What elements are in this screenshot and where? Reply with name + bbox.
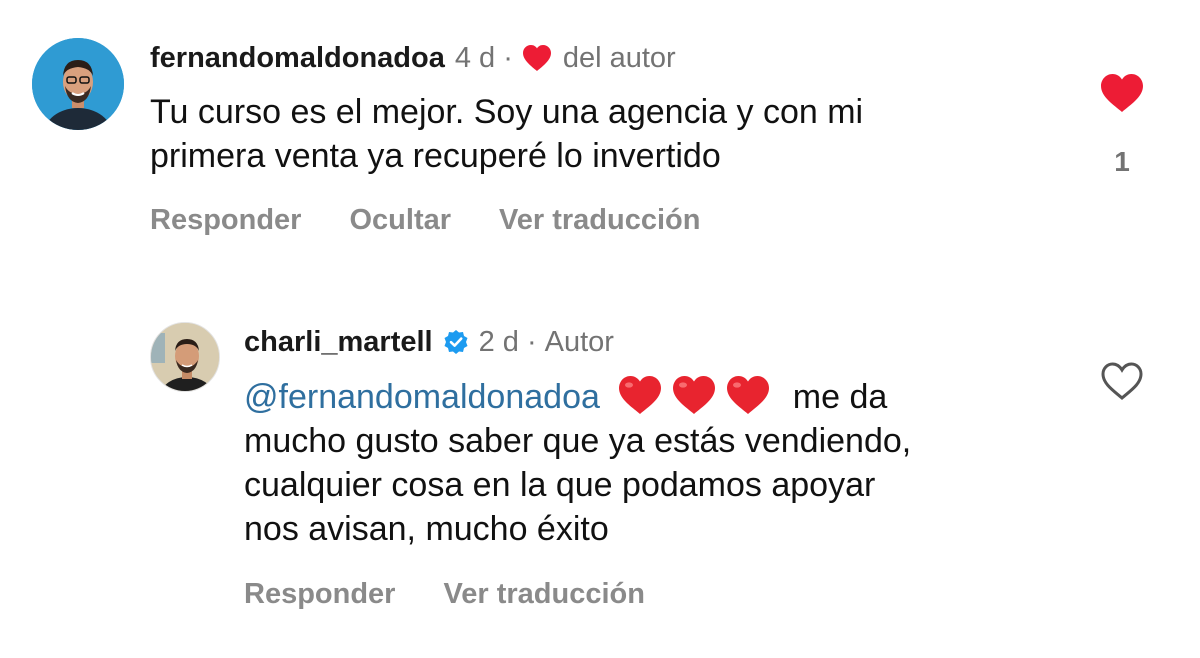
reply-button[interactable]: Responder — [244, 576, 395, 612]
like-column — [1092, 360, 1152, 407]
timestamp: 2 d — [478, 326, 519, 358]
like-column: 1 — [1092, 72, 1152, 179]
mention-link[interactable]: @fernandomaldonadoa — [244, 378, 600, 416]
comment-text-line: cualquier cosa en la que podamos apoyar — [244, 466, 876, 504]
username[interactable]: fernandomaldonadoa — [150, 40, 445, 76]
author-tag: Autor — [544, 326, 614, 358]
comment-text-segment: me da — [792, 378, 888, 416]
comment-text-line: nos avisan, mucho éxito — [244, 510, 609, 548]
red-heart-emoji-icon — [671, 374, 717, 416]
liked-by-author-label: del autor — [562, 42, 676, 74]
profile-photo — [32, 38, 124, 130]
like-count: 1 — [1114, 146, 1130, 177]
comment-body: Tu curso es el mejor. Soy una agencia y … — [150, 90, 1050, 178]
username[interactable]: charli_martell — [244, 324, 433, 360]
avatar[interactable] — [32, 38, 124, 130]
comment-header: charli_martell 2 d · Autor — [244, 324, 614, 360]
comment-text-line: primera venta ya recuperé lo invertido — [150, 137, 721, 175]
heart-filled-icon[interactable] — [1099, 72, 1145, 114]
comment: fernandomaldonadoa 4 d · del autor Tu cu… — [0, 0, 1200, 260]
red-heart-emoji-icon — [617, 374, 663, 416]
profile-photo — [151, 323, 219, 391]
comment-actions: Responder Ver traducción — [244, 576, 693, 612]
comment-header: fernandomaldonadoa 4 d · del autor — [150, 40, 676, 76]
comment-actions: Responder Ocultar Ver traducción — [150, 202, 748, 238]
comment-text-line: mucho gusto saber que ya estás vendiendo… — [244, 422, 912, 460]
see-translation-button[interactable]: Ver traducción — [499, 202, 700, 238]
red-heart-emoji-icon — [725, 374, 771, 416]
avatar[interactable] — [150, 322, 220, 392]
heart-filled-icon — [521, 43, 553, 73]
separator: · — [503, 42, 513, 74]
reply-comment: charli_martell 2 d · Autor @fernandomald… — [0, 300, 1200, 640]
comment-text-line: @fernandomaldonadoa me da — [244, 374, 1064, 419]
hide-button[interactable]: Ocultar — [349, 202, 451, 238]
timestamp: 4 d — [454, 42, 496, 74]
comment-text-line: Tu curso es el mejor. Soy una agencia y … — [150, 93, 864, 131]
reply-button[interactable]: Responder — [150, 202, 301, 238]
comment-body: @fernandomaldonadoa me da mucho gusto sa… — [244, 374, 1064, 551]
see-translation-button[interactable]: Ver traducción — [443, 576, 644, 612]
separator: · — [526, 326, 537, 358]
heart-outline-icon[interactable] — [1099, 360, 1145, 402]
verified-badge-icon — [443, 329, 469, 355]
